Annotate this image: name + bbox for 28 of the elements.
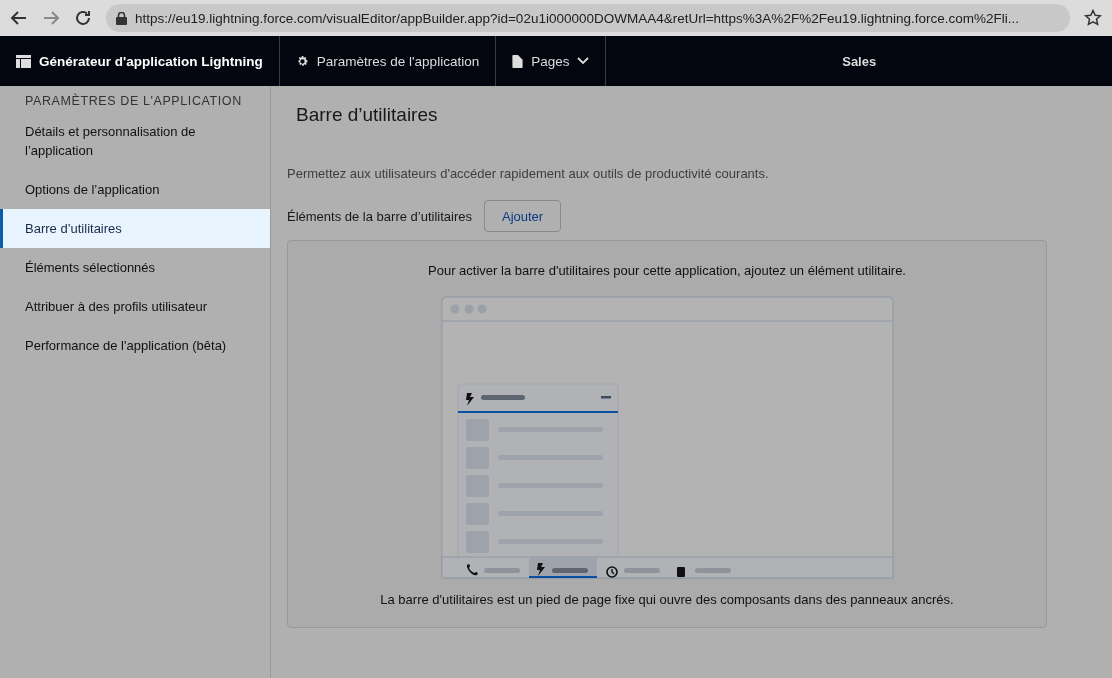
reload-icon[interactable]	[74, 9, 92, 27]
nav-menu-item[interactable]: Paramètres de l'application	[279, 36, 497, 86]
section-label: Éléments de la barre d’utilitaires	[287, 208, 472, 224]
empty-state-caption: La barre d'utilitaires est un pied de page fixe qui ouvre des composants dans des panneaux ancrés.	[380, 592, 954, 607]
document-icon	[512, 54, 524, 68]
description-text: Permettez aux utilisateurs d'accéder rapidement aux outils de productivité courants.	[287, 166, 770, 181]
page-title: Barre d’utilitaires	[296, 104, 439, 126]
sidebar-item[interactable]: Attribuer à des profils utilisateur	[0, 287, 270, 326]
sidebar-item[interactable]: Performance de l'application (bêta)	[0, 326, 270, 365]
add-button[interactable]: Ajouter	[484, 200, 562, 232]
app-name: Sales	[841, 53, 878, 69]
layout-icon	[16, 54, 31, 68]
app-builder-title: Générateur d'application Lightning	[39, 53, 263, 69]
sidebar-item[interactable]: Options de l’application	[0, 170, 270, 209]
forward-arrow-icon[interactable]	[42, 9, 60, 27]
sidebar-item[interactable]: Détails et personnalisation de l’application	[0, 112, 270, 170]
url-text: https://eu19.lightning.force.com/visualEditor/appBuilder.app?id=02u1i000000DOWMAA4&retUrl=https%3A%2F%2Feu19.lightning.force.com%2Fli...	[135, 10, 1019, 26]
settings-icon	[295, 54, 309, 68]
nav-menu-item[interactable]: Pages	[496, 36, 607, 86]
back-arrow-icon[interactable]	[10, 9, 28, 27]
sidebar-item[interactable]: Barre d’utilitaires	[0, 209, 270, 248]
sidebar-item[interactable]: Éléments sélectionnés	[0, 248, 270, 287]
star-icon[interactable]	[1084, 9, 1102, 27]
empty-state-message: Pour activer la barre d'utilitaires pour cette application, ajoutez un élément utilitaire.	[428, 263, 906, 278]
sidebar-heading: PARAMÈTRES DE L'APPLICATION	[24, 94, 243, 110]
lock-icon	[116, 11, 127, 25]
address-bar[interactable]: https://eu19.lightning.force.com/visualEditor/appBuilder.app?id=02u1i000000DOWMAA4&retUrl=https%3A%2F%2Feu19.lightning.force.com%2Fli...	[106, 4, 1070, 32]
chevron-down-icon	[577, 57, 590, 65]
